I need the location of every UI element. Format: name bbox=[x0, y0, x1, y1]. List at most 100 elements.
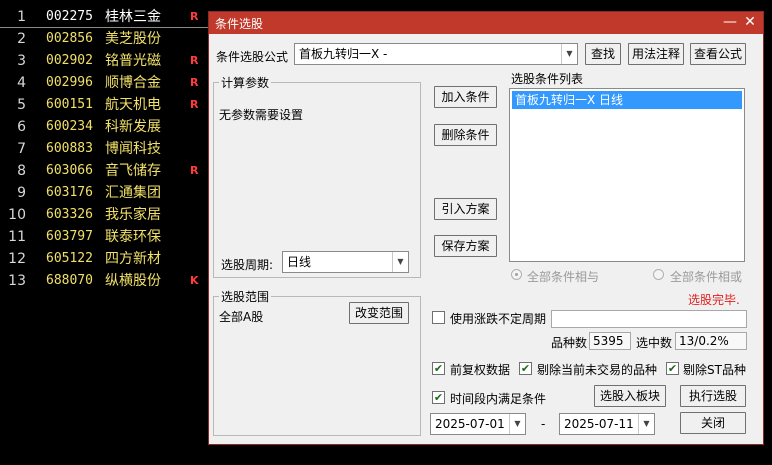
variable-period-label: 使用涨跌不定周期 bbox=[450, 312, 547, 326]
table-row[interactable]: 8 603066 音飞储存 R bbox=[0, 160, 210, 182]
selected-value: 13/0.2% bbox=[675, 332, 747, 350]
save-plan-button[interactable]: 保存方案 bbox=[434, 235, 497, 257]
row-index: 12 bbox=[8, 251, 26, 267]
delete-condition-button[interactable]: 删除条件 bbox=[434, 124, 497, 146]
stock-name: 桂林三金 bbox=[105, 9, 161, 25]
radio-or[interactable] bbox=[653, 269, 664, 280]
date-from-picker[interactable]: 2025-07-01 ▼ bbox=[430, 413, 526, 435]
chevron-down-icon[interactable]: ▼ bbox=[509, 414, 525, 434]
stock-code: 603066 bbox=[46, 163, 93, 178]
params-group-title: 计算参数 bbox=[219, 74, 272, 91]
table-row[interactable]: 11 603797 联泰环保 bbox=[0, 226, 210, 248]
date-from-value: 2025-07-01 bbox=[435, 417, 505, 431]
condition-select-dialog: 条件选股 — ✕ 条件选股公式 首板九转归一X - ▼ 查找 用法注释 查看公式… bbox=[208, 11, 764, 445]
table-row[interactable]: 6 600234 科新发展 bbox=[0, 116, 210, 138]
stock-name: 博闻科技 bbox=[105, 141, 161, 157]
stock-name: 我乐家居 bbox=[105, 207, 161, 223]
stock-code: 603797 bbox=[46, 229, 93, 244]
params-text: 无参数需要设置 bbox=[219, 108, 304, 122]
table-row[interactable]: 10 603326 我乐家居 bbox=[0, 204, 210, 226]
stock-code: 002996 bbox=[46, 75, 93, 90]
period-select[interactable]: 日线 ▼ bbox=[282, 251, 409, 273]
stock-code: 002275 bbox=[46, 9, 93, 24]
table-row[interactable]: 3 002902 铭普光磁 R bbox=[0, 50, 210, 72]
list-item[interactable]: 首板九转归一X 日线 bbox=[512, 91, 742, 109]
radio-or-label: 全部条件相或 bbox=[670, 270, 743, 284]
add-to-board-button[interactable]: 选股入板块 bbox=[594, 385, 666, 407]
selected-label: 选中数 bbox=[636, 336, 673, 350]
row-index: 9 bbox=[17, 185, 26, 201]
find-button[interactable]: 查找 bbox=[585, 43, 621, 65]
count-label: 品种数 bbox=[551, 336, 588, 350]
row-index: 3 bbox=[17, 53, 26, 69]
stock-flag: R bbox=[190, 98, 199, 111]
stock-code: 603176 bbox=[46, 185, 93, 200]
condition-list[interactable]: 首板九转归一X 日线 bbox=[509, 88, 745, 262]
table-row[interactable]: 13 688070 纵横股份 K bbox=[0, 270, 210, 292]
date-to-picker[interactable]: 2025-07-11 ▼ bbox=[559, 413, 655, 435]
stock-name: 航天机电 bbox=[105, 97, 161, 113]
date-separator: - bbox=[541, 417, 546, 431]
table-row[interactable]: 4 002996 顺博合金 R bbox=[0, 72, 210, 94]
row-index: 6 bbox=[17, 119, 26, 135]
row-index: 8 bbox=[17, 163, 26, 179]
stock-name: 美芝股份 bbox=[105, 31, 161, 47]
usage-notes-button[interactable]: 用法注释 bbox=[628, 43, 684, 65]
dialog-title: 条件选股 bbox=[215, 17, 264, 31]
import-plan-button[interactable]: 引入方案 bbox=[434, 198, 497, 220]
formula-select[interactable]: 首板九转归一X - ▼ bbox=[294, 43, 578, 65]
stock-name: 顺博合金 bbox=[105, 75, 161, 91]
radio-and-label: 全部条件相与 bbox=[527, 270, 600, 284]
stock-code: 603326 bbox=[46, 207, 93, 222]
table-row[interactable]: 12 605122 四方新材 bbox=[0, 248, 210, 270]
stock-code: 600234 bbox=[46, 119, 93, 134]
row-index: 11 bbox=[8, 229, 26, 245]
stock-name: 汇通集团 bbox=[105, 185, 161, 201]
stock-code: 002902 bbox=[46, 53, 93, 68]
table-row[interactable]: 7 600883 博闻科技 bbox=[0, 138, 210, 160]
close-icon[interactable]: ✕ bbox=[741, 13, 759, 31]
minimize-icon[interactable]: — bbox=[721, 13, 739, 31]
count-value: 5395 bbox=[589, 332, 631, 350]
exclude-st-checkbox[interactable]: ✔ bbox=[666, 362, 679, 375]
stock-name: 铭普光磁 bbox=[105, 53, 161, 69]
change-range-button[interactable]: 改变范围 bbox=[349, 302, 409, 324]
row-index: 5 bbox=[17, 97, 26, 113]
time-period-label: 时间段内满足条件 bbox=[450, 392, 547, 406]
exclude-untraded-checkbox[interactable]: ✔ bbox=[519, 362, 532, 375]
chevron-down-icon[interactable]: ▼ bbox=[392, 252, 408, 272]
radio-and[interactable] bbox=[511, 269, 522, 280]
table-row[interactable]: 1 002275 桂林三金 R bbox=[0, 6, 210, 28]
table-row[interactable]: 2 002856 美芝股份 bbox=[0, 28, 210, 50]
range-value: 全部A股 bbox=[219, 310, 264, 324]
execute-select-button[interactable]: 执行选股 bbox=[680, 385, 746, 407]
formula-label: 条件选股公式 bbox=[216, 50, 289, 64]
variable-period-checkbox[interactable] bbox=[432, 311, 445, 324]
row-index: 1 bbox=[17, 9, 26, 25]
chevron-down-icon[interactable]: ▼ bbox=[638, 414, 654, 434]
date-to-value: 2025-07-11 bbox=[564, 417, 634, 431]
row-index: 7 bbox=[17, 141, 26, 157]
exclude-st-label: 剔除ST品种 bbox=[683, 363, 746, 377]
stock-flag: R bbox=[190, 10, 199, 23]
table-row[interactable]: 5 600151 航天机电 R bbox=[0, 94, 210, 116]
row-index: 4 bbox=[17, 75, 26, 91]
stock-code: 002856 bbox=[46, 31, 93, 46]
forward-adjust-checkbox[interactable]: ✔ bbox=[432, 362, 445, 375]
row-index: 13 bbox=[8, 273, 26, 289]
stock-code: 605122 bbox=[46, 251, 93, 266]
view-formula-button[interactable]: 查看公式 bbox=[690, 43, 746, 65]
table-row[interactable]: 9 603176 汇通集团 bbox=[0, 182, 210, 204]
stock-flag: R bbox=[190, 164, 199, 177]
chevron-down-icon[interactable]: ▼ bbox=[561, 44, 577, 64]
stock-flag: R bbox=[190, 76, 199, 89]
dialog-titlebar[interactable]: 条件选股 — ✕ bbox=[209, 12, 763, 34]
time-period-checkbox[interactable]: ✔ bbox=[432, 391, 445, 404]
variable-period-input[interactable] bbox=[551, 310, 747, 328]
add-condition-button[interactable]: 加入条件 bbox=[434, 86, 497, 108]
close-button[interactable]: 关闭 bbox=[680, 412, 746, 434]
condition-list-label: 选股条件列表 bbox=[511, 72, 584, 86]
row-index: 10 bbox=[8, 207, 26, 223]
stock-list: 1 002275 桂林三金 R 2 002856 美芝股份 3 002902 铭普光磁 R 4 0029… bbox=[0, 0, 210, 465]
status-text: 选股完毕. bbox=[688, 293, 740, 307]
